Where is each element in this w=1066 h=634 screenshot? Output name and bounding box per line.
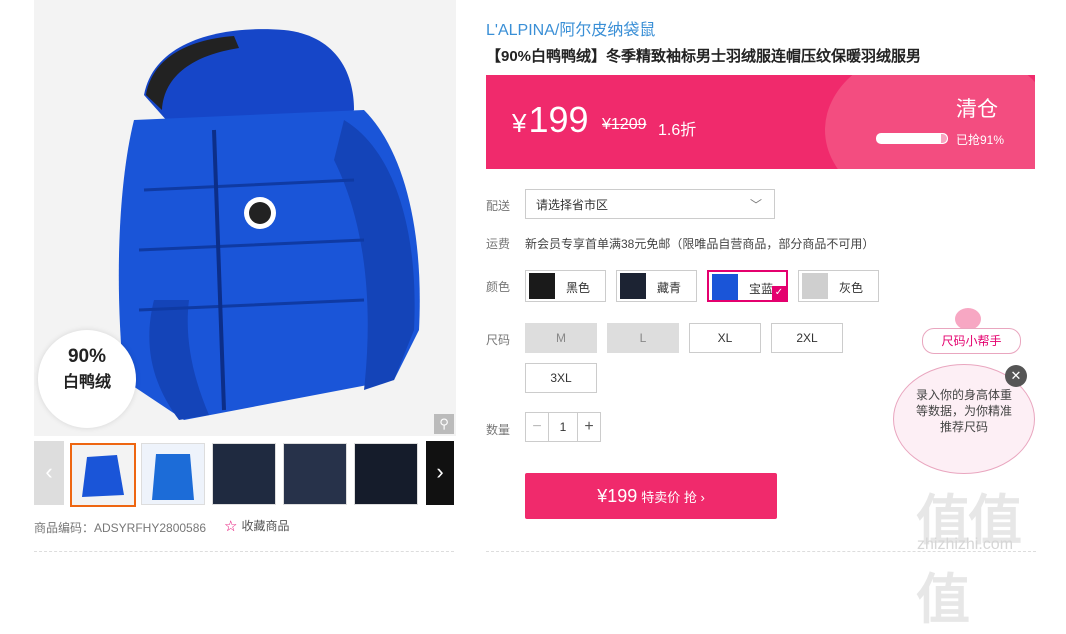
badge-percent: 90% bbox=[67, 346, 107, 367]
buy-button[interactable]: ¥199 特卖价 抢 › bbox=[525, 473, 777, 519]
jacket-gray-icon bbox=[802, 273, 828, 299]
zoom-icon[interactable]: ⚲ bbox=[434, 414, 454, 434]
chevron-right-icon[interactable]: › bbox=[426, 441, 454, 505]
product-code: 商品编码：ADSYRFHY2800586 bbox=[34, 521, 207, 535]
down-content-badge: 90% 白鸭绒 bbox=[38, 330, 136, 428]
thumbnail-5[interactable] bbox=[354, 443, 418, 505]
star-icon: ☆ bbox=[224, 518, 238, 535]
increase-button[interactable]: + bbox=[577, 413, 600, 441]
original-price: ¥1209 bbox=[602, 116, 647, 133]
price-value: 199 bbox=[528, 99, 589, 140]
sold-percentage: 已抢91% bbox=[956, 133, 1005, 147]
progress-track bbox=[940, 134, 947, 143]
jacket-thumb-icon bbox=[82, 455, 124, 497]
shipping-fee-text: 新会员专享首单满38元免邮（限唯品自营商品，部分商品不可用） bbox=[525, 237, 875, 251]
clearance-tag: 清仓 bbox=[956, 98, 998, 121]
mascot-icon bbox=[955, 308, 981, 330]
decrease-button[interactable]: − bbox=[526, 413, 549, 441]
region-select[interactable]: 请选择省市区 ﹀ bbox=[525, 189, 775, 219]
size-option-xl[interactable]: XL bbox=[689, 323, 761, 353]
size-option-3xl[interactable]: 3XL bbox=[525, 363, 597, 393]
thumbnail-3[interactable] bbox=[212, 443, 276, 505]
currency-symbol: ¥ bbox=[512, 108, 527, 138]
current-price: ¥199 bbox=[512, 99, 589, 141]
thumbnail-4[interactable] bbox=[283, 443, 347, 505]
discount-rate: 1.6折 bbox=[658, 122, 697, 139]
size-label: 尺码 bbox=[486, 333, 511, 347]
thumbnail-2[interactable] bbox=[141, 443, 205, 505]
jacket-black-icon bbox=[529, 273, 555, 299]
badge-text: 白鸭绒 bbox=[62, 374, 111, 391]
price-banner: ¥199 ¥1209 1.6折 清仓 已抢91% bbox=[486, 75, 1035, 169]
shipping-fee-label: 运费 bbox=[486, 237, 511, 251]
chevron-down-icon: ﹀ bbox=[749, 198, 762, 212]
size-option-m: M bbox=[525, 323, 597, 353]
favorite-label: 收藏商品 bbox=[241, 519, 290, 533]
watermark-site: zhizhizhi.com bbox=[917, 536, 1014, 553]
color-name: 藏青 bbox=[657, 281, 682, 295]
divider bbox=[34, 551, 454, 552]
thumbnail-1[interactable] bbox=[70, 443, 136, 507]
buy-button-price: ¥199 bbox=[597, 486, 638, 506]
sold-progress-bar bbox=[876, 133, 948, 144]
quantity-label: 数量 bbox=[486, 423, 511, 437]
jacket-blue-icon bbox=[712, 274, 738, 300]
size-helper-tag[interactable]: 尺码小帮手 bbox=[922, 328, 1021, 354]
size-helper-text: 录入你的身高体重等数据，为你精准推荐尺码 bbox=[915, 388, 1012, 434]
size-option-2xl[interactable]: 2XL bbox=[771, 323, 843, 353]
watermark-logo: 值值值 bbox=[916, 491, 1022, 630]
size-option-l: L bbox=[607, 323, 679, 353]
close-icon[interactable]: ✕ bbox=[1005, 365, 1027, 387]
shipping-label: 配送 bbox=[486, 199, 511, 213]
brand-link[interactable]: L'ALPINA/阿尔皮纳袋鼠 bbox=[486, 16, 655, 40]
color-name: 宝蓝 bbox=[749, 282, 774, 296]
quantity-stepper: − 1 + bbox=[525, 412, 601, 442]
region-select-value: 请选择省市区 bbox=[536, 198, 609, 212]
product-title: 【90%白鸭鸭绒】冬季精致袖标男士羽绒服连帽压纹保暖羽绒服男 bbox=[486, 48, 922, 65]
banner-decoration bbox=[825, 75, 1035, 169]
color-option-gray[interactable]: 灰色 bbox=[798, 270, 879, 302]
check-icon: ✓ bbox=[772, 286, 786, 300]
buy-button-text: 特卖价 抢 › bbox=[641, 490, 705, 505]
chevron-left-icon[interactable]: ‹ bbox=[34, 441, 64, 505]
jacket-back-thumb-icon bbox=[152, 454, 194, 500]
color-option-black[interactable]: 黑色 bbox=[525, 270, 606, 302]
color-label: 颜色 bbox=[486, 280, 511, 294]
color-name: 灰色 bbox=[839, 281, 864, 295]
color-option-navy[interactable]: 藏青 bbox=[616, 270, 697, 302]
color-name: 黑色 bbox=[566, 281, 591, 295]
favorite-button[interactable]: ☆ 收藏商品 bbox=[224, 517, 289, 535]
jacket-navy-icon bbox=[620, 273, 646, 299]
color-option-royal-blue[interactable]: 宝蓝 ✓ bbox=[707, 270, 788, 302]
quantity-value[interactable]: 1 bbox=[548, 413, 578, 441]
